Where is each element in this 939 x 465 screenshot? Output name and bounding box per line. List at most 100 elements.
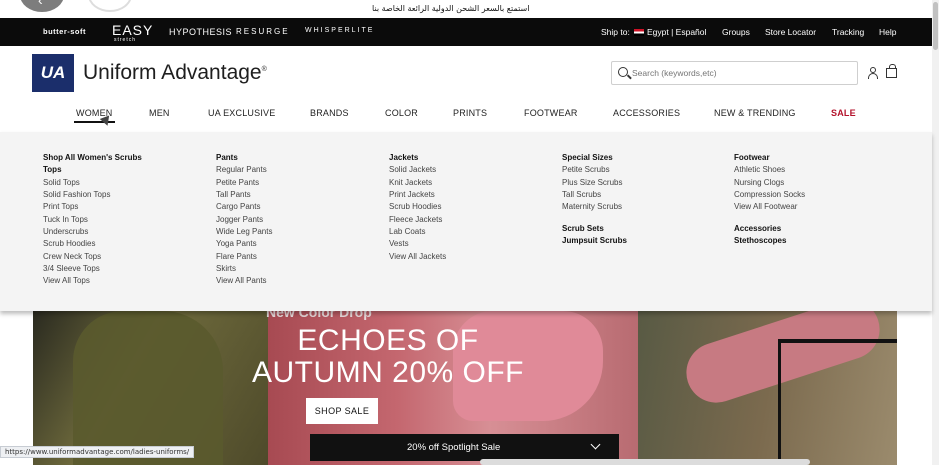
country-selector[interactable]: Egypt | Español [634,27,706,37]
country-label: Egypt | Español [647,27,707,37]
groups-link[interactable]: Groups [722,27,750,37]
menu-heading[interactable]: Stethoscopes [734,235,805,247]
menu-link[interactable]: Solid Fashion Tops [43,189,142,201]
menu-link[interactable]: Skirts [216,263,272,275]
scrollbar-thumb[interactable] [933,2,938,50]
menu-column-jackets: Jackets Solid Jackets Knit Jackets Print… [389,152,446,263]
nav-prints[interactable]: PRINTS [453,108,487,118]
menu-link[interactable]: Maternity Scrubs [562,201,627,213]
brand-whisperlite[interactable]: WHISPERLITE [305,27,374,34]
logo-wordmark: Uniform Advantage [83,61,262,84]
menu-link[interactable]: Vests [389,238,446,250]
brand-butter-soft[interactable]: butter-soft [43,27,86,36]
shopping-bag-icon[interactable] [886,64,897,78]
nav-brands[interactable]: BRANDS [310,108,349,118]
menu-link[interactable]: Solid Tops [43,177,142,189]
store-locator-link[interactable]: Store Locator [765,27,816,37]
menu-link[interactable]: Print Tops [43,201,142,213]
menu-link[interactable]: Petite Scrubs [562,164,627,176]
nav-color[interactable]: COLOR [385,108,418,118]
shop-sale-button[interactable]: SHOP SALE [306,398,378,424]
menu-heading[interactable]: Tops [43,164,142,176]
spotlight-label: 20% off Spotlight Sale [407,442,501,453]
menu-link[interactable]: Nursing Clogs [734,177,805,189]
menu-link[interactable]: Tall Scrubs [562,189,627,201]
menu-link[interactable]: Tall Pants [216,189,272,201]
menu-heading[interactable]: Shop All Women's Scrubs [43,152,142,164]
chair-illustration [778,339,897,465]
promo-strip: ‹ استمتع بالسعر الشحن الدولية الرائعة ال… [0,0,939,18]
menu-link[interactable]: View All Jackets [389,251,446,263]
menu-link[interactable]: Yoga Pants [216,238,272,250]
menu-link[interactable]: Scrub Hoodies [43,238,142,250]
menu-link[interactable]: View All Tops [43,275,142,287]
browser-status-url: https://www.uniformadvantage.com/ladies-… [0,446,195,458]
nav-men[interactable]: MEN [149,108,170,118]
menu-link[interactable]: View All Pants [216,275,272,287]
menu-link[interactable]: Flare Pants [216,251,272,263]
menu-link[interactable]: View All Footwear [734,201,805,213]
ship-to-label: Ship to: [601,27,630,37]
nav-sale[interactable]: SALE [831,108,856,118]
chevron-down-icon [590,439,601,450]
menu-heading[interactable]: Jackets [389,152,446,164]
brand-easy-stretch[interactable]: EASY stretch [112,22,154,43]
menu-link[interactable]: Jogger Pants [216,214,272,226]
help-link[interactable]: Help [879,27,896,37]
brand-resurge[interactable]: RESURGE [236,27,290,36]
menu-heading[interactable]: Jumpsuit Scrubs [562,235,627,247]
menu-heading[interactable]: Footwear [734,152,805,164]
menu-column-footwear: Footwear Athletic Shoes Nursing Clogs Co… [734,152,805,247]
menu-link[interactable]: Print Jackets [389,189,446,201]
menu-heading[interactable]: Scrub Sets [562,223,627,235]
account-icon[interactable] [868,67,878,79]
menu-link[interactable]: Athletic Shoes [734,164,805,176]
menu-column-special-sizes: Special Sizes Petite Scrubs Plus Size Sc… [562,152,627,247]
menu-link[interactable]: Crew Neck Tops [43,251,142,263]
logo-trademark: ® [261,66,267,73]
brand-hypothesis[interactable]: HYPOTHESIS [169,27,232,37]
spotlight-sale-bar[interactable]: 20% off Spotlight Sale [310,434,619,461]
menu-link[interactable]: 3/4 Sleeve Tops [43,263,142,275]
nav-accessories[interactable]: ACCESSORIES [613,108,680,118]
search-icon[interactable] [618,67,628,77]
browser-back-button[interactable]: ‹ [20,0,64,12]
menu-link[interactable]: Solid Jackets [389,164,446,176]
vertical-scrollbar[interactable] [932,0,939,465]
menu-link[interactable]: Tuck In Tops [43,214,142,226]
hero-title-line2: AUTUMN 20% OFF [251,356,525,389]
menu-link[interactable]: Compression Socks [734,189,805,201]
menu-link[interactable]: Wide Leg Pants [216,226,272,238]
menu-link[interactable]: Petite Pants [216,177,272,189]
hero-title-line1: ECHOES OF [297,324,479,357]
menu-column-tops: Shop All Women's Scrubs Tops Solid Tops … [43,152,142,288]
search-box[interactable] [611,61,858,85]
nav-footwear[interactable]: FOOTWEAR [524,108,578,118]
menu-heading[interactable]: Accessories [734,223,805,235]
nav-new-trending[interactable]: NEW & TRENDING [714,108,796,118]
nav-ua-exclusive[interactable]: UA EXCLUSIVE [208,108,275,118]
menu-link[interactable]: Scrub Hoodies [389,201,446,213]
hero-title: ECHOES OF AUTUMN 20% OFF [243,325,533,389]
horizontal-scrollbar[interactable] [480,459,810,465]
menu-link[interactable]: Knit Jackets [389,177,446,189]
menu-link[interactable]: Regular Pants [216,164,272,176]
menu-link[interactable]: Cargo Pants [216,201,272,213]
search-input[interactable] [632,65,847,81]
menu-link[interactable]: Underscrubs [43,226,142,238]
menu-heading[interactable]: Pants [216,152,272,164]
arrow-left-icon: ‹ [38,0,43,8]
browser-share-button[interactable] [88,0,132,12]
logo-text[interactable]: Uniform Advantage® [83,61,267,85]
menu-link[interactable]: Plus Size Scrubs [562,177,627,189]
egypt-flag-icon [634,29,644,36]
logo-mark[interactable]: UA [32,54,74,92]
model-figure [73,311,223,465]
menu-heading[interactable]: Special Sizes [562,152,627,164]
menu-column-pants: Pants Regular Pants Petite Pants Tall Pa… [216,152,272,288]
menu-link[interactable]: Lab Coats [389,226,446,238]
menu-link[interactable]: Fleece Jackets [389,214,446,226]
brand-easy-label: EASY [112,22,154,38]
tracking-link[interactable]: Tracking [832,27,864,37]
brand-bar: butter-soft EASY stretch HYPOTHESIS RESUR… [0,18,932,46]
